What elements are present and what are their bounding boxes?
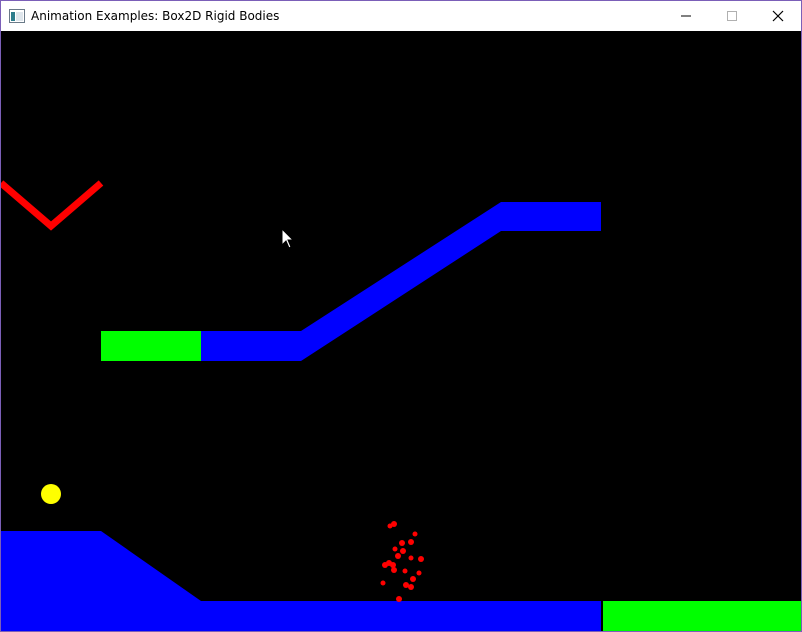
- particle: [392, 546, 398, 552]
- red-v-bracket: [1, 180, 104, 231]
- particle: [410, 576, 416, 582]
- particle: [382, 562, 388, 568]
- particle: [395, 553, 401, 559]
- arrow-cursor-icon: [281, 227, 295, 249]
- particle: [408, 584, 414, 590]
- simulation-canvas[interactable]: [1, 31, 801, 631]
- particle: [396, 596, 402, 602]
- minimize-icon: [681, 15, 691, 17]
- window-controls: [663, 1, 801, 31]
- green-platform-lower: [603, 601, 801, 631]
- particle: [418, 556, 424, 562]
- window-title: Animation Examples: Box2D Rigid Bodies: [31, 9, 280, 23]
- particle: [387, 523, 393, 529]
- particle: [408, 555, 414, 561]
- physics-scene: [1, 180, 801, 631]
- particle: [380, 580, 386, 586]
- window-app-icon: [9, 9, 25, 23]
- particle: [390, 562, 396, 568]
- particle: [412, 531, 418, 537]
- particle: [402, 568, 408, 574]
- particle: [416, 570, 422, 576]
- particle: [391, 567, 397, 573]
- maximize-icon: [727, 11, 737, 21]
- maximize-button[interactable]: [709, 1, 755, 31]
- yellow-ball: [41, 484, 61, 504]
- lower-ground-ramp: [1, 531, 601, 631]
- particle: [400, 548, 406, 554]
- app-window: Animation Examples: Box2D Rigid Bodies: [0, 0, 802, 632]
- green-platform-upper: [101, 331, 201, 361]
- red-particle-cluster: [380, 521, 424, 602]
- close-icon: [772, 10, 784, 22]
- upper-ramp: [201, 202, 601, 361]
- particle: [399, 540, 405, 546]
- close-button[interactable]: [755, 1, 801, 31]
- particle: [408, 539, 414, 545]
- minimize-button[interactable]: [663, 1, 709, 31]
- title-bar[interactable]: Animation Examples: Box2D Rigid Bodies: [1, 1, 801, 31]
